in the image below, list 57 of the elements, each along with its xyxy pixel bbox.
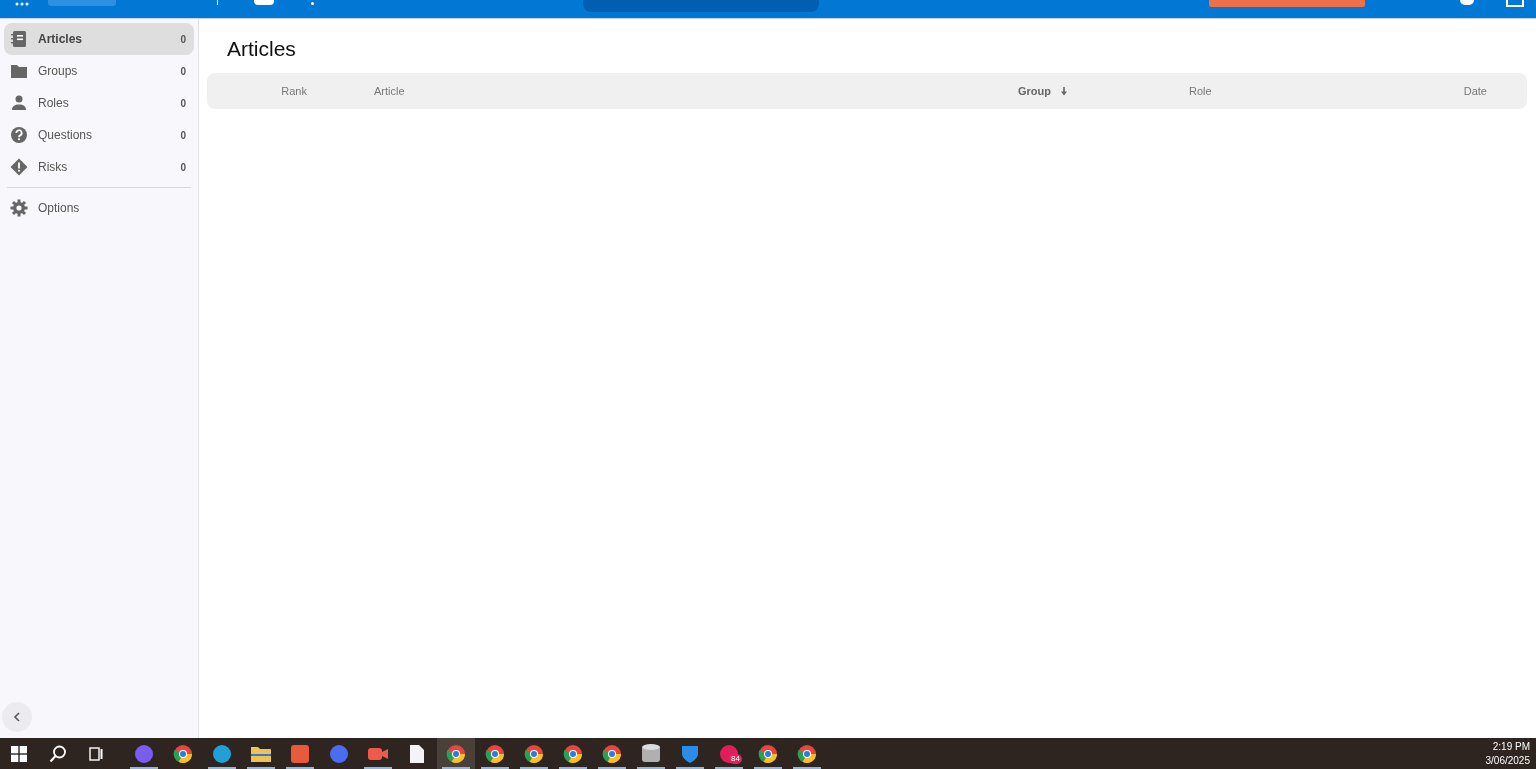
browser-icon <box>524 743 544 764</box>
sidebar-item[interactable]: Risks 0 <box>4 151 194 183</box>
clock-date: 3/06/2025 <box>1485 753 1530 768</box>
item-count: 0 <box>180 33 186 45</box>
browser-icon <box>563 743 583 764</box>
notification-badge: 84 <box>729 754 742 764</box>
sidebar-item[interactable]: Questions 0 <box>4 119 194 151</box>
browser-icon <box>797 743 817 764</box>
shield-icon <box>682 744 698 763</box>
column-header[interactable]: Role <box>1189 85 1212 97</box>
sidebar-item[interactable]: Articles 0 <box>4 23 194 55</box>
window-icon[interactable] <box>1506 0 1524 7</box>
person-icon <box>10 94 28 112</box>
gear-icon <box>10 199 28 217</box>
logo-drawing <box>48 0 116 6</box>
start-icon[interactable] <box>11 745 27 762</box>
item-count: 0 <box>180 65 186 77</box>
app-icon <box>212 743 232 764</box>
sidebar-item[interactable]: Roles 0 <box>4 87 194 119</box>
app-icon <box>134 743 154 764</box>
folder-icon <box>10 62 28 80</box>
column-header[interactable]: Rank <box>281 85 307 97</box>
column-header[interactable]: Group <box>1018 85 1051 97</box>
help-icon <box>10 126 28 144</box>
app-grid-icon[interactable] <box>15 2 29 6</box>
item-count: 0 <box>180 161 186 173</box>
database-icon <box>642 743 660 764</box>
app-icon <box>290 743 310 764</box>
sort-arrow-icon[interactable] <box>1061 86 1067 96</box>
app-icon <box>719 743 739 764</box>
notebook-icon <box>10 30 28 48</box>
sidebar-item[interactable]: Options <box>4 192 194 224</box>
task-view-icon[interactable] <box>89 746 103 761</box>
collapse-button[interactable] <box>2 702 32 732</box>
column-header[interactable]: Article <box>374 85 405 97</box>
column-header[interactable]: Date <box>1463 85 1487 97</box>
chevron-left-icon <box>13 712 21 722</box>
taskbar-app[interactable]: 84 <box>710 738 748 769</box>
camera-icon <box>368 746 388 761</box>
item-count: 0 <box>180 97 186 109</box>
document-icon <box>410 744 424 763</box>
app-icon <box>329 743 349 764</box>
warning-icon <box>10 158 28 176</box>
sidebar-item[interactable]: Groups 0 <box>4 55 194 87</box>
browser-icon <box>446 743 466 764</box>
search-icon[interactable] <box>49 744 67 763</box>
taskbar-app[interactable] <box>437 738 475 769</box>
browser-icon <box>758 743 778 764</box>
item-count: 0 <box>180 129 186 141</box>
browser-icon <box>173 743 193 764</box>
browser-icon <box>485 743 505 764</box>
page-title: Articles <box>227 37 297 61</box>
browser-icon <box>602 743 622 764</box>
toolbar-icon[interactable] <box>254 0 274 5</box>
folder-icon <box>251 745 271 762</box>
clock-time: 2:19 PM <box>1492 739 1530 754</box>
search-field[interactable] <box>583 0 819 12</box>
